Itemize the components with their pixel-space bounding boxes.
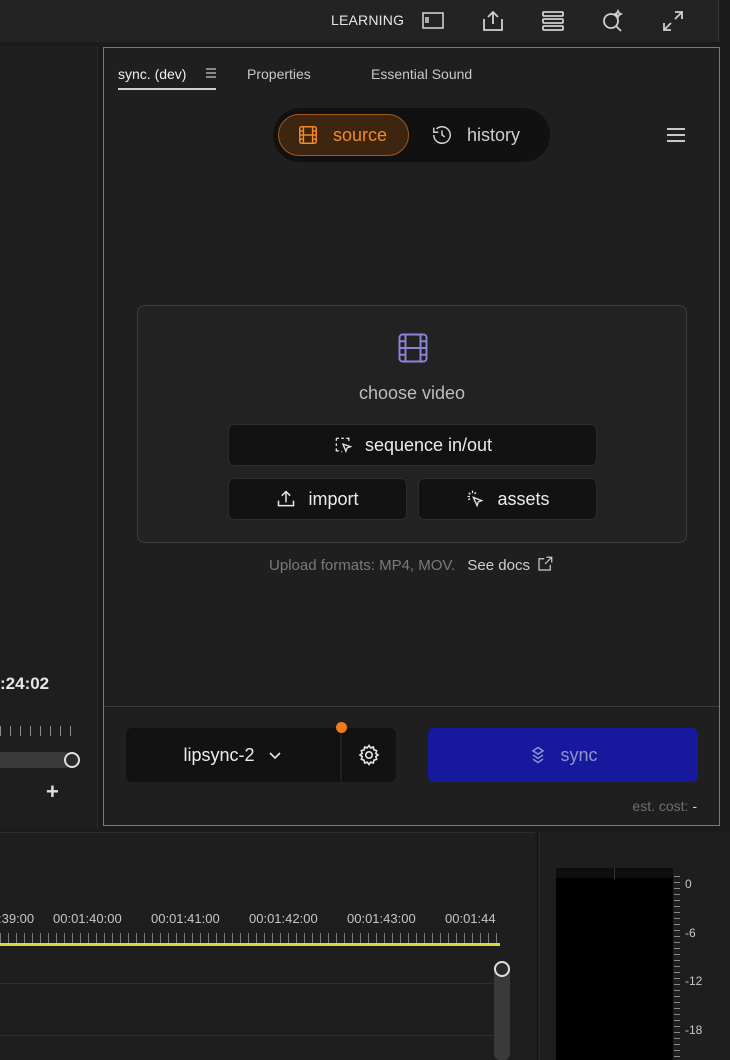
footer-divider — [104, 706, 719, 707]
timeline-panel: :39:00 00:01:40:00 00:01:41:00 00:01:42:… — [0, 832, 535, 1060]
cost-label: est. cost: — [632, 798, 689, 814]
meter-channel-divider — [614, 868, 615, 880]
monitor-ruler — [0, 726, 72, 736]
expand-icon[interactable] — [660, 8, 686, 34]
gear-icon — [358, 744, 380, 766]
formats-text: Upload formats: MP4, MOV. — [269, 557, 456, 574]
active-tab-underline — [118, 88, 216, 90]
search-sparkle-icon[interactable] — [600, 8, 626, 34]
topbar-edge — [718, 0, 730, 42]
import-label: import — [308, 488, 359, 509]
tab-menu-icon[interactable] — [205, 67, 217, 79]
track-divider — [0, 1035, 500, 1036]
menu-icon[interactable] — [666, 127, 686, 143]
monitor-zoom-handle[interactable] — [64, 752, 80, 768]
model-select[interactable]: lipsync-2 — [126, 728, 340, 782]
timeline-scroll-handle[interactable] — [494, 961, 510, 977]
sync-logo-icon — [532, 746, 545, 764]
audio-meter-panel: 0 -6 -12 -18 — [539, 832, 730, 1060]
timeline-ruler[interactable] — [0, 933, 500, 943]
panel-icon[interactable] — [420, 8, 446, 34]
program-monitor: :24:02 + — [0, 46, 98, 828]
selection-cursor-icon — [335, 437, 353, 454]
add-button[interactable]: + — [46, 779, 59, 805]
db-label: -12 — [685, 974, 703, 988]
audio-meter — [556, 868, 673, 1060]
timeline-time-label: 00:01:43:00 — [347, 911, 416, 926]
upload-formats-note: Upload formats: MP4, MOV. See docs — [104, 555, 719, 574]
source-tab-button[interactable]: source — [278, 114, 409, 156]
timeline-time-label: :39:00 — [0, 911, 35, 926]
notification-dot — [336, 722, 347, 733]
timecode-display[interactable]: :24:02 — [0, 674, 49, 694]
source-label: source — [333, 124, 388, 145]
film-icon — [398, 333, 428, 363]
upload-icon — [278, 490, 295, 507]
film-icon — [299, 126, 317, 144]
click-sparkle-icon — [467, 490, 484, 508]
timeline-time-label: 00:01:41:00 — [151, 911, 220, 926]
see-docs-link[interactable]: See docs — [467, 556, 554, 574]
db-label: 0 — [685, 877, 692, 891]
tab-properties[interactable]: Properties — [247, 66, 311, 82]
export-icon[interactable] — [480, 8, 506, 34]
sequence-in-out-button[interactable]: sequence in/out — [228, 424, 597, 466]
db-label: -18 — [685, 1023, 703, 1037]
chevron-down-icon — [268, 752, 281, 760]
settings-button[interactable] — [342, 728, 396, 782]
import-button[interactable]: import — [228, 478, 407, 520]
source-history-toggle: source history — [273, 108, 550, 162]
history-tab-button[interactable]: history — [423, 114, 543, 156]
sequence-label: sequence in/out — [364, 434, 493, 455]
tab-essential-sound[interactable]: Essential Sound — [371, 66, 472, 82]
assets-label: assets — [497, 488, 550, 509]
docs-label: See docs — [467, 557, 530, 574]
track-divider — [0, 983, 500, 984]
model-label: lipsync-2 — [183, 744, 255, 765]
workspace-label[interactable]: LEARNING — [331, 12, 404, 28]
external-link-icon — [538, 556, 553, 571]
sync-label: sync — [560, 744, 598, 765]
history-label: history — [467, 124, 521, 145]
timeline-time-label: 00:01:42:00 — [249, 911, 318, 926]
history-icon — [433, 126, 451, 144]
estimated-cost: est. cost: - — [632, 798, 697, 814]
timeline-time-label: 00:01:44 — [445, 911, 496, 926]
assets-button[interactable]: assets — [418, 478, 597, 520]
monitor-zoom-bar[interactable] — [0, 752, 72, 768]
db-label: -6 — [685, 926, 696, 940]
top-bar: LEARNING — [0, 0, 730, 42]
sync-button[interactable]: sync — [428, 728, 698, 782]
meter-scale — [674, 876, 680, 1060]
sync-panel: sync. (dev) Properties Essential Sound s… — [103, 47, 720, 826]
tab-sync-dev[interactable]: sync. (dev) — [118, 66, 186, 82]
choose-video-label: choose video — [358, 383, 466, 403]
panel-tabs: sync. (dev) Properties Essential Sound — [104, 48, 719, 94]
settings-sliders-icon[interactable] — [540, 8, 566, 34]
work-area-bar[interactable] — [0, 943, 500, 946]
cost-value: - — [692, 798, 697, 814]
video-dropzone[interactable]: choose video sequence in/out import asse… — [137, 305, 687, 543]
timeline-time-label: 00:01:40:00 — [53, 911, 122, 926]
